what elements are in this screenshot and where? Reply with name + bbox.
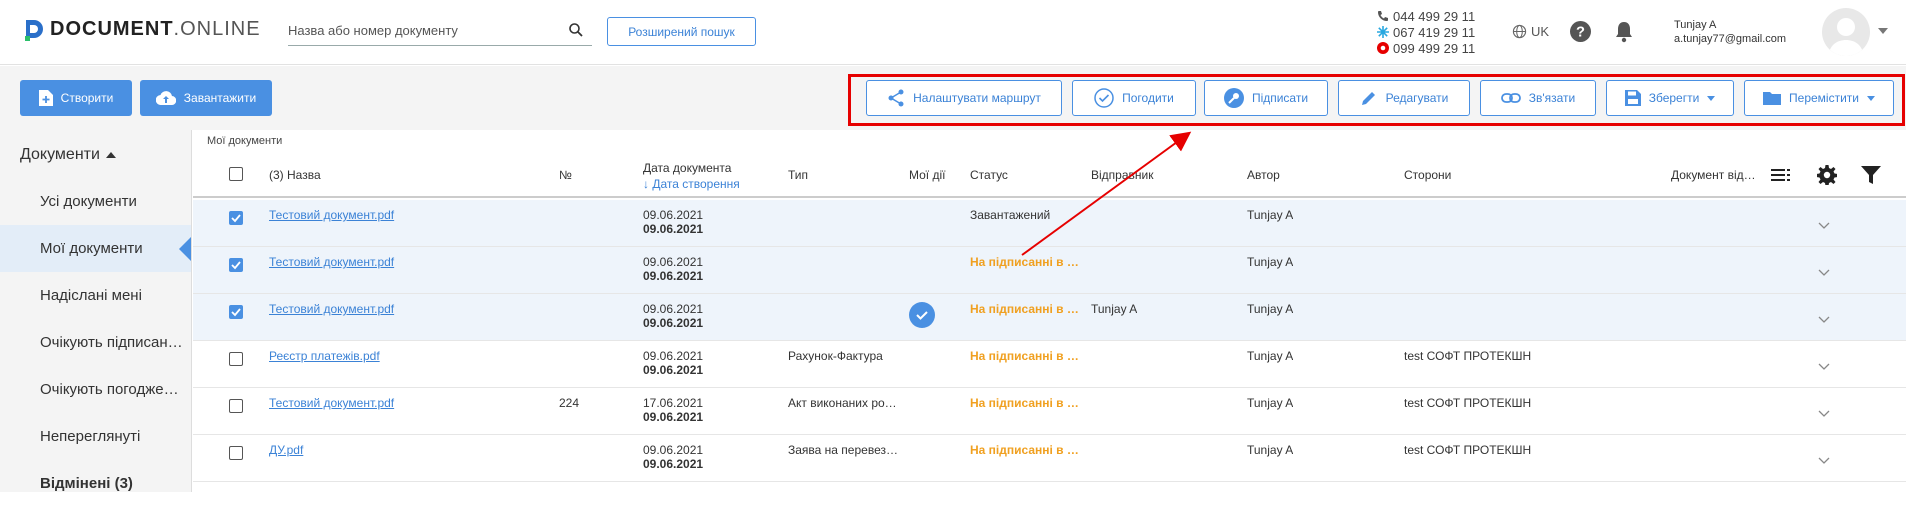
annotation-arrow <box>1021 131 1192 256</box>
